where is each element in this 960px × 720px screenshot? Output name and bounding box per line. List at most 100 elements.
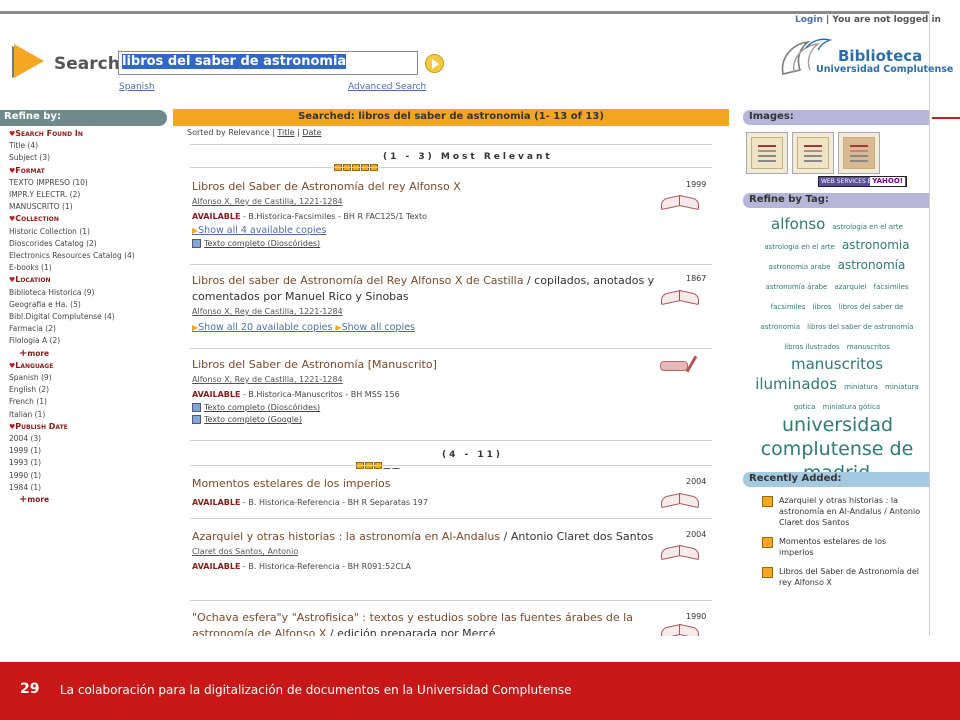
tag-link[interactable]: libros bbox=[813, 303, 832, 311]
search-label: Search: bbox=[54, 54, 127, 74]
facet-item[interactable]: Farmacia (2) bbox=[9, 323, 169, 335]
yahoo-badge: YAHOO! WEB SERVICES BY bbox=[818, 176, 907, 187]
image-thumbnail[interactable] bbox=[746, 132, 788, 174]
facet-item[interactable]: 1990 (1) bbox=[9, 470, 169, 482]
sort-date[interactable]: Date bbox=[302, 128, 321, 137]
record-year: 1867 bbox=[686, 274, 707, 283]
tag-link[interactable]: iluminados bbox=[755, 375, 837, 393]
tag-link[interactable]: facsimiles bbox=[771, 303, 806, 311]
facet-item[interactable]: Subject (3) bbox=[9, 152, 169, 164]
tag-link[interactable]: miniatura gótica bbox=[823, 403, 881, 411]
record-author[interactable]: Claret dos Santos, Antonio bbox=[192, 547, 662, 556]
tag-link[interactable]: miniatura bbox=[844, 383, 878, 391]
record-author[interactable]: Alfonso X, Rey de Castilla, 1221-1284 bbox=[192, 197, 662, 206]
facet-more-link[interactable]: +more bbox=[9, 348, 169, 360]
tag-link[interactable]: astrologia en el arte bbox=[832, 223, 902, 231]
facet-heading[interactable]: ♥Collection bbox=[9, 213, 169, 225]
facet-item[interactable]: 1993 (1) bbox=[9, 457, 169, 469]
tag-link[interactable]: miniatura bbox=[885, 383, 919, 391]
recent-item[interactable]: Momentos estelares de los imperios bbox=[762, 536, 923, 558]
facet-item[interactable]: Dioscorides Catalog (2) bbox=[9, 238, 169, 250]
spanish-link[interactable]: Spanish bbox=[119, 82, 155, 92]
image-thumbnail[interactable] bbox=[792, 132, 834, 174]
sort-relevance[interactable]: Relevance bbox=[228, 128, 269, 137]
biblioteca-title: Biblioteca bbox=[838, 47, 923, 65]
search-go-button[interactable] bbox=[425, 54, 444, 73]
record-year: 1990 bbox=[686, 612, 707, 621]
record-fulltext-link[interactable]: Texto completo (Google) bbox=[192, 415, 662, 424]
search-input[interactable]: libros del saber de astronomia bbox=[118, 51, 418, 75]
facet-heading[interactable]: ♥Location bbox=[9, 274, 169, 286]
tag-link[interactable]: astronomia arabe bbox=[769, 263, 831, 271]
book-icon bbox=[659, 545, 703, 559]
record-fulltext-link[interactable]: Texto completo (Dioscórides) bbox=[192, 239, 662, 248]
recent-item[interactable]: Libros del Saber de Astronomía del rey A… bbox=[762, 566, 923, 588]
book-icon bbox=[659, 624, 703, 636]
facet-item[interactable]: Biblioteca Historica (9) bbox=[9, 287, 169, 299]
tag-link[interactable]: gotica bbox=[794, 403, 816, 411]
facet-item[interactable]: MANUSCRITO (1) bbox=[9, 201, 169, 213]
tag-link[interactable]: facsimiles bbox=[874, 283, 909, 291]
tag-link[interactable]: manuscritos bbox=[791, 355, 883, 373]
relevance-group-label: (1 - 3) Most Relevant bbox=[383, 152, 553, 162]
facet-item[interactable]: Historic Collection (1) bbox=[9, 226, 169, 238]
facet-item[interactable]: IMPR.Y ELECTR. (2) bbox=[9, 189, 169, 201]
facet-item[interactable]: English (2) bbox=[9, 384, 169, 396]
slide-caption: La colaboración para la digitalización d… bbox=[60, 683, 572, 697]
divider bbox=[190, 144, 712, 145]
tag-link[interactable]: astronomía bbox=[838, 258, 906, 272]
facet-more-link[interactable]: +more bbox=[9, 494, 169, 506]
facet-item[interactable]: 2004 (3) bbox=[9, 433, 169, 445]
advanced-search-link[interactable]: Advanced Search bbox=[348, 82, 426, 92]
facet-item[interactable]: Title (4) bbox=[9, 140, 169, 152]
sort-title[interactable]: Title bbox=[277, 128, 294, 137]
record-title[interactable]: "Ochava esfera"y "Astrofisica" : textos … bbox=[192, 610, 662, 636]
tag-link[interactable]: libros ilustrados bbox=[784, 343, 839, 351]
book-icon bbox=[659, 290, 703, 304]
tag-link[interactable]: alfonso bbox=[771, 215, 825, 233]
facet-item[interactable]: E-books (1) bbox=[9, 262, 169, 274]
tag-link[interactable]: astronomía árabe bbox=[765, 283, 827, 291]
record-availability: AVAILABLE - B.Historica-Facsimiles - BH … bbox=[192, 212, 428, 221]
record-title[interactable]: Momentos estelares de los imperios bbox=[192, 476, 662, 492]
result-record: Libros del saber de Astronomía del Rey A… bbox=[192, 273, 662, 333]
facet-item[interactable]: 1984 (1) bbox=[9, 482, 169, 494]
record-copies-link[interactable]: ▶Show all 20 available copies ▶Show all … bbox=[192, 322, 662, 333]
tag-link[interactable]: libros del saber de bbox=[839, 303, 904, 311]
facet-heading[interactable]: ♥Publish Date bbox=[9, 421, 169, 433]
tag-link[interactable]: astronomia bbox=[761, 323, 800, 331]
facet-item[interactable]: French (1) bbox=[9, 396, 169, 408]
facet-item[interactable]: TEXTO IMPRESO (10) bbox=[9, 177, 169, 189]
tag-link[interactable]: astrología en el arte bbox=[764, 243, 834, 251]
facet-item[interactable]: Electronics Resources Catalog (4) bbox=[9, 250, 169, 262]
record-title[interactable]: Libros del saber de Astronomía del Rey A… bbox=[192, 273, 662, 305]
record-author[interactable]: Alfonso X, Rey de Castilla, 1221-1284 bbox=[192, 375, 662, 384]
sort-bar: Sorted by Relevance | Title | Date bbox=[187, 128, 322, 137]
facet-heading[interactable]: ♥Language bbox=[9, 360, 169, 372]
facet-item[interactable]: Spanish (9) bbox=[9, 372, 169, 384]
record-copies-link[interactable]: ▶Show all 4 available copies bbox=[192, 225, 662, 236]
tag-link[interactable]: azarquiel bbox=[834, 283, 866, 291]
facet-item[interactable]: 1999 (1) bbox=[9, 445, 169, 457]
record-title[interactable]: Libros del Saber de Astronomía [Manuscri… bbox=[192, 357, 662, 373]
tag-link[interactable]: libros del saber de astronomía bbox=[807, 323, 913, 331]
book-icon bbox=[659, 195, 703, 209]
recent-item[interactable]: Azarquiel y otras historias : la astrono… bbox=[762, 495, 923, 528]
record-title[interactable]: Azarquiel y otras historias : la astrono… bbox=[192, 529, 662, 545]
facet-heading[interactable]: ♥Format bbox=[9, 165, 169, 177]
tag-link[interactable]: astronomia bbox=[842, 238, 910, 252]
record-fulltext-link[interactable]: Texto completo (Dioscórides) bbox=[192, 403, 662, 412]
record-title[interactable]: Libros del Saber de Astronomía del rey A… bbox=[192, 179, 662, 195]
facet-heading[interactable]: ♥Search Found In bbox=[9, 128, 169, 140]
images-heading: Images: bbox=[743, 110, 929, 125]
tag-link[interactable]: manuscritos bbox=[847, 343, 890, 351]
facet-item[interactable]: Geografia e Ha. (5) bbox=[9, 299, 169, 311]
record-author[interactable]: Alfonso X, Rey de Castilla, 1221-1284 bbox=[192, 307, 662, 316]
facet-item[interactable]: Italian (1) bbox=[9, 409, 169, 421]
divider bbox=[190, 440, 712, 441]
login-status: You are not logged in bbox=[832, 15, 941, 25]
facet-item[interactable]: Filologia A (2) bbox=[9, 335, 169, 347]
image-thumbnail[interactable] bbox=[838, 132, 880, 174]
facet-item[interactable]: Bibl.Digital Complutense (4) bbox=[9, 311, 169, 323]
login-link[interactable]: Login bbox=[795, 15, 823, 25]
